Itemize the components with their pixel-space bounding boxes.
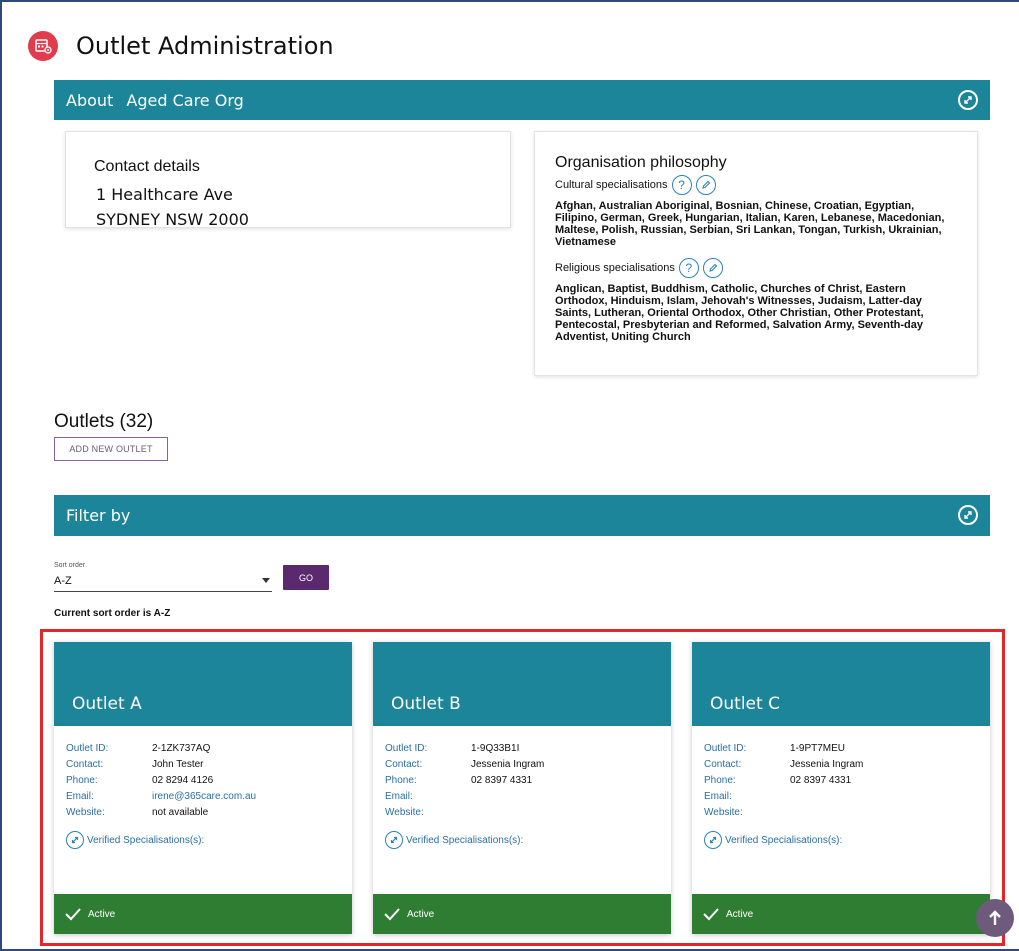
sort-order-label: Sort order [54,562,86,569]
expand-icon [385,831,403,849]
contact-details-panel: Contact details 1 Healthcare Ave SYDNEY … [65,131,511,229]
edit-pencil-icon[interactable] [695,175,716,195]
cultural-spec-label: Cultural specialisations ? [555,175,957,195]
outlet-id: 2-1ZK737AQ [152,742,211,754]
expand-icon [66,831,84,849]
outlet-phone: 02 8294 4126 [152,774,214,786]
organisation-philosophy-panel: Organisation philosophy Cultural special… [534,131,978,376]
outlet-id: 1-9Q33B1I [471,742,520,754]
outlet-id: 1-9PT7MEU [790,742,846,754]
outlet-card[interactable]: Outlet C Outlet ID: 1-9PT7MEU Contact: Jes… [692,642,990,934]
about-prefix: About [66,90,114,110]
about-bar[interactable]: About Aged Care Org [54,80,990,120]
outlet-name: Outlet C [692,642,990,726]
check-icon [65,908,81,921]
religious-spec-text: Anglican, Baptist, Buddhism, Catholic, C… [555,283,924,343]
outlet-phone: 02 8397 4331 [790,774,852,786]
help-icon[interactable]: ? [678,258,699,278]
outlet-contact: Jessenia Ingram [790,758,864,770]
edit-pencil-icon[interactable] [702,258,723,278]
outlet-card[interactable]: Outlet B Outlet ID: 1-9Q33B1I Contact: Jes… [373,642,671,934]
sort-order-select[interactable]: A-Z [54,570,272,592]
address-line-1: 1 Healthcare Ave [96,185,233,204]
philosophy-heading: Organisation philosophy [555,154,727,171]
help-icon[interactable]: ? [671,175,692,195]
outlet-phone: 02 8397 4331 [471,774,533,786]
check-icon [384,908,400,921]
expand-icon[interactable] [958,505,978,525]
cultural-spec-text: Afghan, Australian Aboriginal, Bosnian, … [555,200,945,248]
scroll-to-top-button[interactable] [976,899,1014,937]
calendar-gear-icon [28,31,58,61]
outlet-card[interactable]: Outlet A Outlet ID: 2-1ZK737AQ Contact: Jo… [54,642,352,934]
religious-spec-label: Religious specialisations ? [555,258,957,278]
sort-order-value: A-Z [54,574,72,587]
check-icon [703,908,719,921]
outlet-contact: John Tester [152,758,204,770]
add-new-outlet-button[interactable]: ADD NEW OUTLET [54,437,168,461]
app-header: Outlet Administration [28,28,334,64]
expand-icon[interactable] [958,90,978,110]
outlet-email-link[interactable]: irene@365care.com.au [152,791,256,802]
verified-specialisations-toggle[interactable]: Verified Specialisations(s): [66,831,352,849]
outlets-heading: Outlets (32) [54,411,154,432]
filter-bar[interactable]: Filter by [54,495,990,536]
address-line-2: SYDNEY NSW 2000 [96,210,249,229]
filter-title: Filter by [66,506,131,525]
outlet-contact: Jessenia Ingram [471,758,545,770]
outlet-name: Outlet B [373,642,671,726]
status-badge: Active [54,894,352,934]
verified-specialisations-toggle[interactable]: Verified Specialisations(s): [704,831,990,849]
contact-heading: Contact details [94,158,200,175]
outlet-name: Outlet A [54,642,352,726]
status-badge: Active [692,894,990,934]
caret-down-icon [262,578,270,583]
arrow-up-icon [989,910,1001,925]
verified-specialisations-toggle[interactable]: Verified Specialisations(s): [385,831,671,849]
outlet-website: not available [152,806,209,818]
expand-icon [704,831,722,849]
status-badge: Active [373,894,671,934]
org-name: Aged Care Org [126,90,244,110]
go-button[interactable]: GO [283,565,329,590]
sort-status: Current sort order is A-Z [54,608,171,619]
page-title: Outlet Administration [76,32,334,60]
